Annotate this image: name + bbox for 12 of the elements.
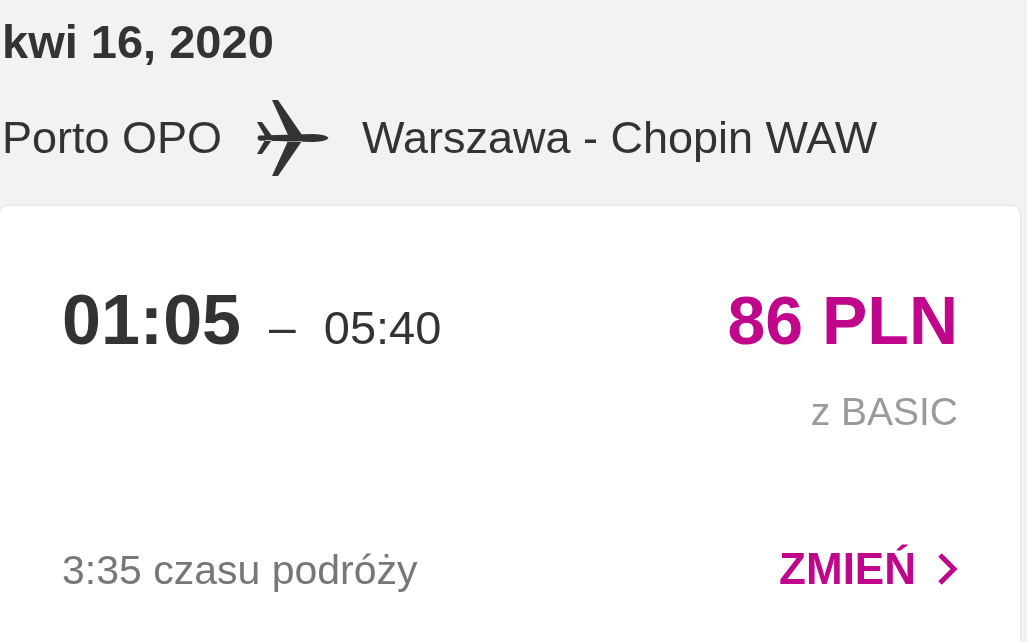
airplane-icon bbox=[255, 100, 330, 177]
destination-label: Warszawa - Chopin WAW bbox=[362, 111, 878, 166]
origin-label: Porto OPO bbox=[2, 111, 223, 166]
price-label: 86 PLN bbox=[727, 286, 958, 355]
time-separator: – bbox=[269, 304, 296, 353]
change-button[interactable]: ZMIEŃ bbox=[779, 541, 958, 597]
date-heading: kwi 16, 2020 bbox=[2, 14, 274, 70]
arrival-time: 05:40 bbox=[323, 304, 442, 352]
departure-time: 01:05 bbox=[62, 285, 242, 356]
travel-duration: 3:35 czasu podróży bbox=[62, 546, 418, 596]
fare-class-label: z BASIC bbox=[810, 392, 958, 432]
chevron-right-icon bbox=[936, 551, 958, 586]
